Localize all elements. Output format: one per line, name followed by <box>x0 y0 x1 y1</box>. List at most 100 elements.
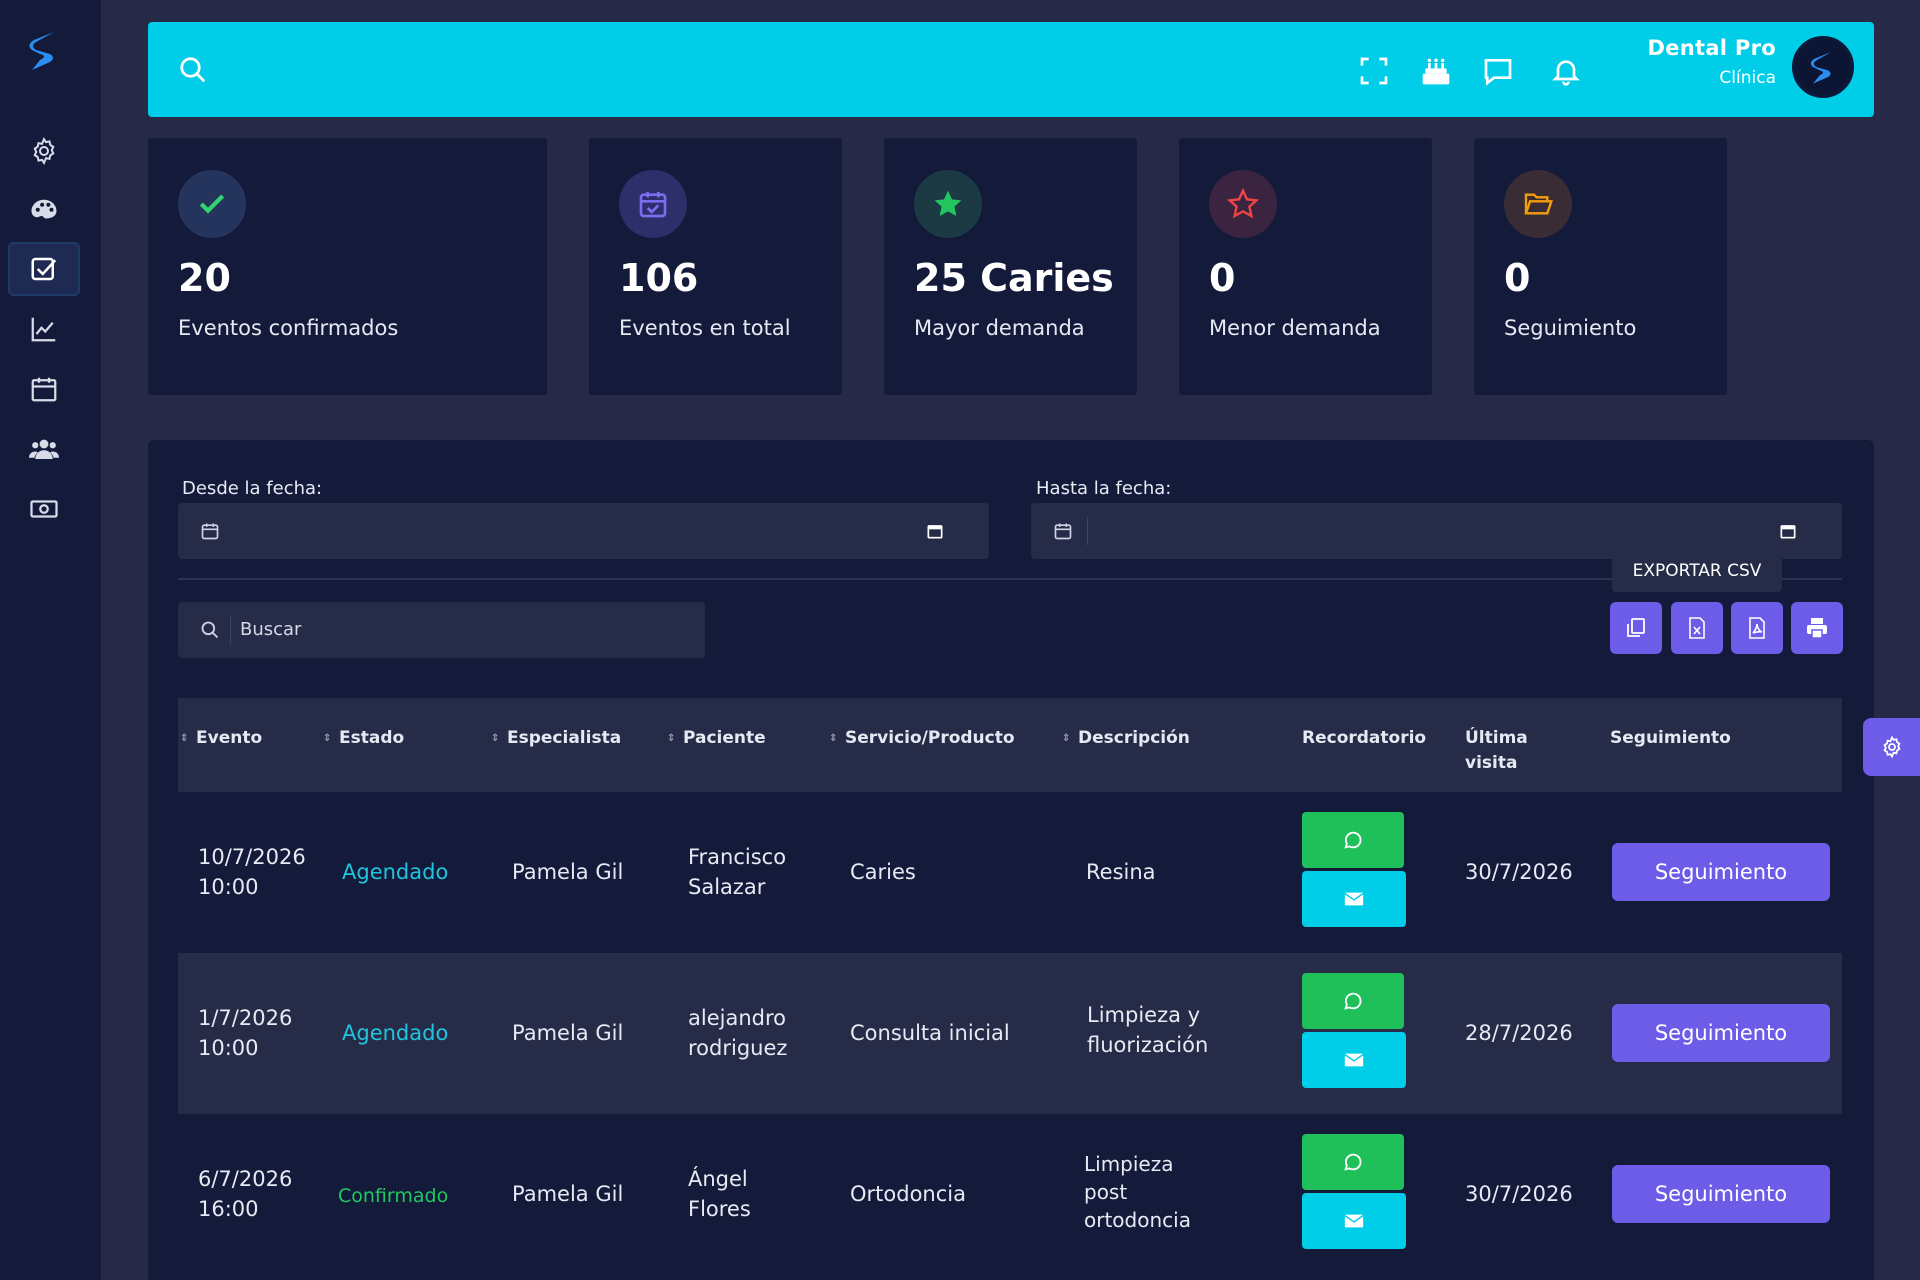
file-csv-icon <box>1689 617 1705 639</box>
whatsapp-reminder-button[interactable] <box>1302 1134 1404 1190</box>
sidebar-item-calendar[interactable] <box>8 362 80 416</box>
sidebar-item-patients[interactable] <box>8 422 80 476</box>
stat-icon-wrap <box>619 170 687 238</box>
column-header-paciente[interactable]: ⇕ Paciente <box>667 726 766 751</box>
stat-card-followup: 0 Seguimiento <box>1474 138 1727 395</box>
sort-icon: ⇕ <box>667 733 676 744</box>
stat-card-top-demand: 25 Caries Mayor demanda <box>884 138 1137 395</box>
bell-icon[interactable] <box>1550 55 1582 87</box>
whatsapp-reminder-button[interactable] <box>1302 973 1404 1029</box>
input-separator <box>1087 517 1088 545</box>
seguimiento-button[interactable]: Seguimiento <box>1612 1004 1830 1062</box>
stat-value: 106 <box>619 256 699 300</box>
input-separator <box>230 616 231 644</box>
sort-icon: ⇕ <box>323 733 332 744</box>
events-panel: Desde la fecha: Hasta la fecha: Buscar E… <box>148 440 1874 1280</box>
stat-label: Mayor demanda <box>914 316 1085 340</box>
export-csv-tooltip: EXPORTAR CSV <box>1612 550 1782 592</box>
table-header: ⇕ Evento ⇕ Estado ⇕ Especialista ⇕ Paciente … <box>178 698 1842 792</box>
column-header-especialista[interactable]: ⇕ Especialista <box>491 726 621 751</box>
column-header-estado[interactable]: ⇕ Estado <box>323 726 404 751</box>
whatsapp-icon <box>1344 831 1362 849</box>
file-pdf-icon <box>1749 617 1765 639</box>
search-placeholder: Buscar <box>240 619 302 640</box>
export-csv-button[interactable] <box>1671 602 1723 654</box>
palette-icon <box>31 199 57 219</box>
cell-paciente: alejandro rodriguez <box>688 1006 788 1060</box>
cell-evento: 6/7/2026 16:00 <box>198 1167 293 1221</box>
email-reminder-button[interactable] <box>1302 1032 1406 1088</box>
chat-icon[interactable] <box>1482 55 1514 87</box>
gear-icon <box>33 137 55 165</box>
calendar-picker-icon[interactable] <box>1778 521 1798 541</box>
cell-descripcion: Resina <box>1086 860 1156 884</box>
from-date-label: Desde la fecha: <box>182 478 323 499</box>
users-icon <box>29 439 59 459</box>
calendar-check-icon <box>639 192 667 218</box>
search-icon[interactable] <box>178 55 208 85</box>
sort-icon: ⇕ <box>491 733 500 744</box>
cell-servicio: Caries <box>850 860 916 884</box>
logo-icon <box>1810 52 1832 84</box>
seguimiento-button[interactable]: Seguimiento <box>1612 1165 1830 1223</box>
stat-card-total: 106 Eventos en total <box>589 138 842 395</box>
divider <box>178 578 1842 580</box>
birthday-cake-icon[interactable] <box>1420 55 1452 87</box>
search-input[interactable]: Buscar <box>178 602 705 658</box>
sidebar-item-settings[interactable] <box>8 124 80 178</box>
stat-icon-wrap <box>1209 170 1277 238</box>
sidebar-item-payments[interactable] <box>8 482 80 536</box>
stat-card-low-demand: 0 Menor demanda <box>1179 138 1432 395</box>
calendar-picker-icon[interactable] <box>925 521 945 541</box>
column-header-servicio[interactable]: ⇕ Servicio/Producto <box>829 726 1015 751</box>
print-icon <box>1807 618 1827 639</box>
search-icon <box>201 621 219 639</box>
chart-line-icon <box>31 317 56 342</box>
cell-estado: Agendado <box>342 1021 449 1045</box>
cell-especialista: Pamela Gil <box>512 1021 624 1045</box>
cell-ultima-visita: 30/7/2026 <box>1465 860 1573 884</box>
email-reminder-button[interactable] <box>1302 871 1406 927</box>
export-pdf-button[interactable] <box>1731 602 1783 654</box>
cell-descripcion: Limpieza y fluorización <box>1087 1003 1209 1057</box>
column-header-seguimiento: Seguimiento <box>1610 728 1731 748</box>
fullscreen-icon[interactable] <box>1358 55 1390 87</box>
calendar-icon <box>201 523 219 540</box>
logo-icon[interactable] <box>26 28 62 72</box>
from-date-input[interactable] <box>178 503 989 559</box>
money-icon <box>30 500 58 518</box>
star-filled-icon <box>934 190 962 216</box>
whatsapp-reminder-button[interactable] <box>1302 812 1404 868</box>
seguimiento-button[interactable]: Seguimiento <box>1612 843 1830 901</box>
stat-value: 25 Caries <box>914 256 1114 300</box>
stat-value: 20 <box>178 256 231 300</box>
stat-label: Seguimiento <box>1504 316 1637 340</box>
gear-icon <box>1882 735 1901 759</box>
copy-icon <box>1627 618 1645 637</box>
stat-card-confirmed: 20 Eventos confirmados <box>148 138 547 395</box>
calendar-icon <box>31 377 57 402</box>
avatar[interactable] <box>1792 36 1854 98</box>
column-header-descripcion[interactable]: ⇕ Descripción <box>1062 726 1190 751</box>
cell-ultima-visita: 28/7/2026 <box>1465 1021 1573 1045</box>
brand-block: Dental Pro Clínica <box>1647 36 1776 88</box>
sidebar-item-dashboard[interactable] <box>8 184 80 238</box>
cell-especialista: Pamela Gil <box>512 860 624 884</box>
cell-servicio: Consulta inicial <box>850 1021 1010 1045</box>
stat-value: 0 <box>1209 256 1236 300</box>
envelope-icon <box>1344 892 1364 906</box>
calendar-icon <box>1054 523 1072 540</box>
sort-icon: ⇕ <box>829 733 838 744</box>
theme-settings-button[interactable] <box>1863 718 1920 776</box>
star-outline-icon <box>1227 188 1259 219</box>
print-button[interactable] <box>1791 602 1843 654</box>
sidebar-item-reports[interactable] <box>8 302 80 356</box>
top-header: Dental Pro Clínica <box>148 22 1874 117</box>
stat-label: Eventos en total <box>619 316 791 340</box>
sidebar-item-events[interactable] <box>8 242 80 296</box>
copy-button[interactable] <box>1610 602 1662 654</box>
column-header-evento[interactable]: ⇕ Evento <box>180 726 262 751</box>
cell-evento: 1/7/2026 10:00 <box>198 1006 293 1060</box>
to-date-label: Hasta la fecha: <box>1036 478 1172 499</box>
email-reminder-button[interactable] <box>1302 1193 1406 1249</box>
